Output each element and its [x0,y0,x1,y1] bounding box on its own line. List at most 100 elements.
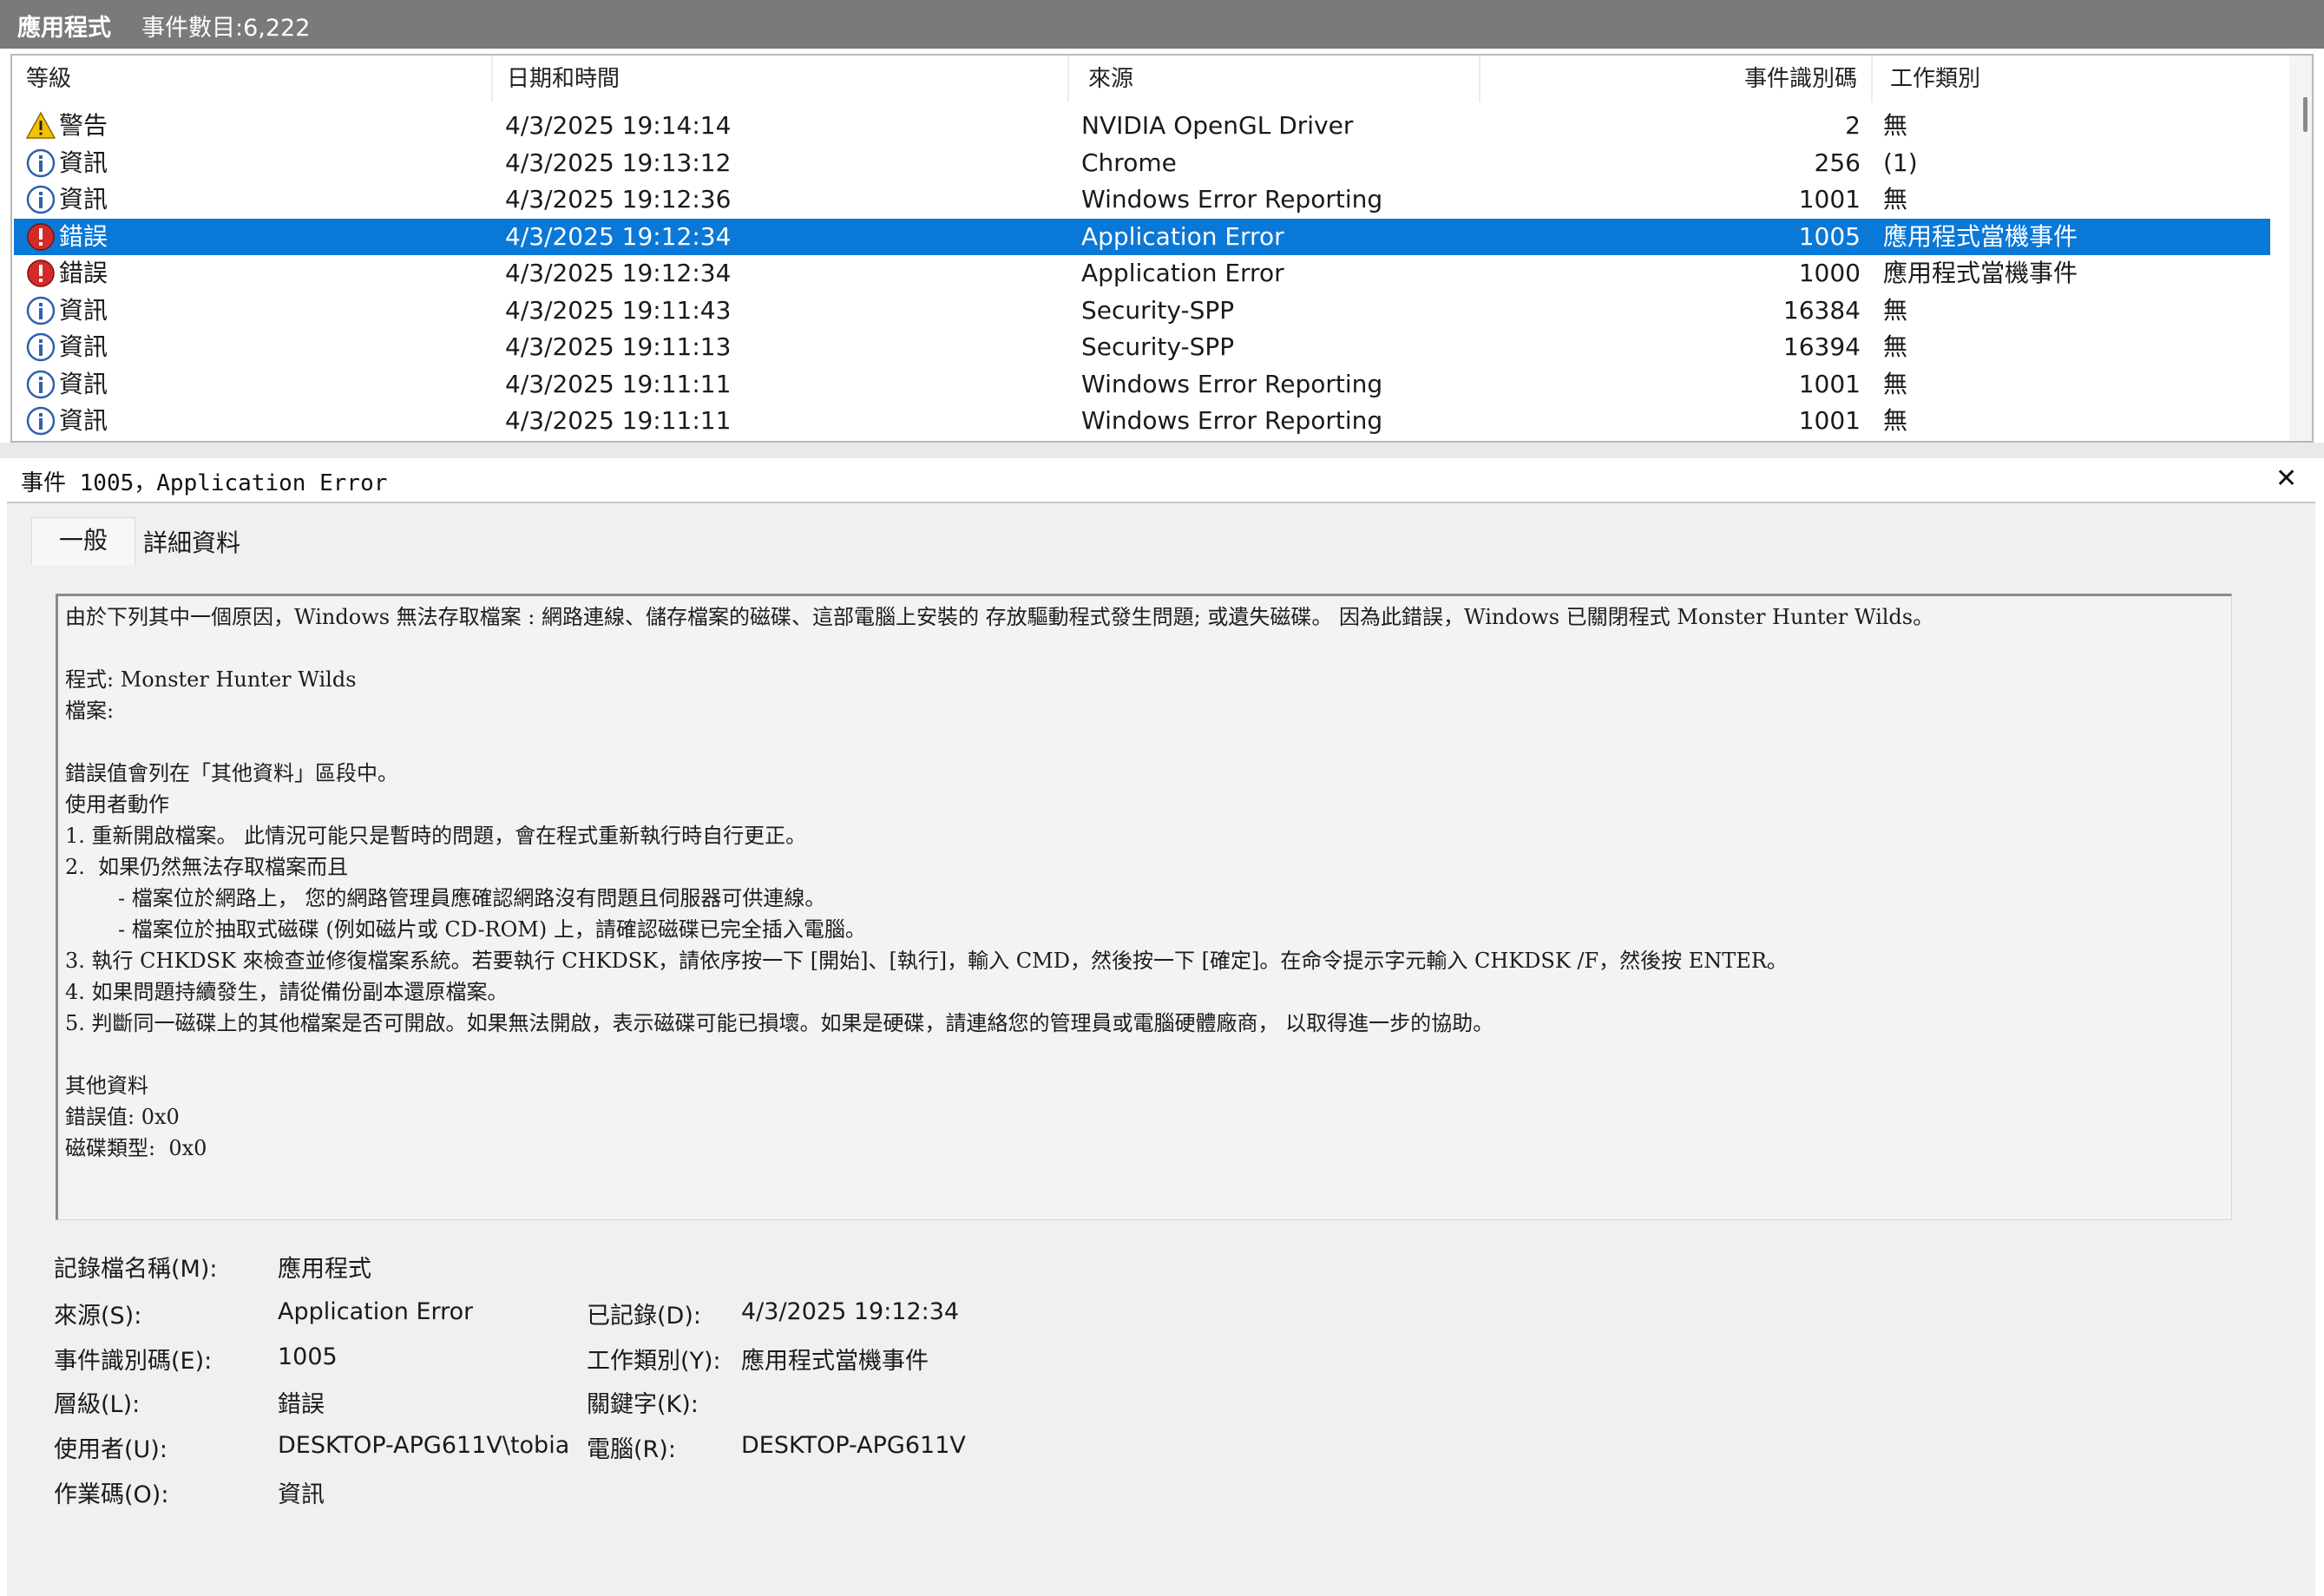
vertical-scrollbar[interactable] [2289,56,2312,441]
computer-label: 電腦(R): [587,1436,676,1463]
table-row[interactable]: 資訊 4/3/2025 19:11:13 Security-SPP 16394 無 [14,329,2270,365]
scrollbar-thumb[interactable] [2303,97,2308,132]
message-line: - 檔案位於網路上， 您的網路管理員應確認網路沒有問題且伺服器可供連線。 [65,886,826,910]
cell-datetime: 4/3/2025 19:12:34 [505,259,732,287]
table-row[interactable]: 資訊 4/3/2025 19:13:12 Chrome 256 (1) [14,145,2270,181]
detail-header: 事件 1005，Application Error ✕ [7,458,2315,503]
cell-source: Windows Error Reporting [1081,406,1383,435]
message-line: 錯誤值會列在「其他資料」區段中。 [65,761,398,785]
message-line: 錯誤值: 0x0 [65,1105,180,1129]
logged-value: 4/3/2025 19:12:34 [741,1298,960,1325]
cell-datetime: 4/3/2025 19:11:43 [505,295,732,325]
user-label: 使用者(U): [54,1436,167,1463]
column-header-task[interactable]: 工作類別 [1873,56,2288,102]
cell-level: 資訊 [59,332,108,361]
message-line: 由於下列其中一個原因，Windows 無法存取檔案 : 網路連線、儲存檔案的磁碟… [65,605,1934,629]
event-id-label: 事件識別碼(E): [54,1348,213,1375]
message-line: 程式: Monster Hunter Wilds [65,667,357,692]
cell-source: Chrome [1081,148,1177,177]
warning-icon [25,111,56,141]
message-line: 3. 執行 CHKDSK 來檢查並修復檔案系統。若要執行 CHKDSK，請依序按… [65,949,1788,973]
table-row[interactable]: 資訊 4/3/2025 19:11:11 Windows Error Reporti… [14,403,2270,439]
cell-level: 錯誤 [59,259,108,287]
cell-level: 資訊 [59,406,108,435]
user-value: DESKTOP-APG611V\tobias114 [278,1432,569,1459]
cell-source: Application Error [1081,221,1284,251]
opcode-value: 資訊 [278,1481,325,1508]
table-row[interactable]: 錯誤 4/3/2025 19:12:34 Application Error 1000… [14,255,2270,292]
column-header-event-id[interactable]: 事件識別碼 [1480,56,1873,102]
task-value: 應用程式當機事件 [741,1348,929,1375]
cell-datetime: 4/3/2025 19:11:13 [505,332,732,361]
cell-level: 警告 [59,111,108,140]
table-row-selected[interactable]: 錯誤 4/3/2025 19:12:34 Application Error 1005… [14,218,2270,255]
event-count: 事件數目:6,222 [141,15,311,42]
message-line: 4. 如果問題持續發生，請從備份副本還原檔案。 [65,980,509,1004]
table-row[interactable]: 資訊 4/3/2025 19:11:43 Security-SPP 16384 無 [14,292,2270,329]
cell-datetime: 4/3/2025 19:11:11 [505,369,732,398]
cell-level: 錯誤 [59,221,108,251]
cell-task: 無 [1883,185,1908,213]
message-line: 其他資料 [65,1074,148,1098]
source-value: Application Error [278,1298,474,1325]
info-icon [26,332,56,362]
message-line: - 檔案位於抽取式磁碟 (例如磁片或 CD-ROM) 上，請確認磁碟已完全插入電… [65,917,866,942]
logged-label: 已記錄(D): [587,1303,701,1330]
log-name-value: 應用程式 [278,1256,371,1283]
cell-source: Windows Error Reporting [1081,185,1383,213]
info-icon [26,370,56,399]
message-line: 2. 如果仍然無法存取檔案而且 [65,855,349,879]
cell-source: Application Error [1081,259,1284,287]
cell-event-id: 1001 [1798,406,1861,435]
message-line: 1. 重新開啟檔案。 此情況可能只是暫時的問題，會在程式重新執行時自行更正。 [65,824,807,848]
cell-datetime: 4/3/2025 19:11:11 [505,406,732,435]
cell-task: 無 [1883,406,1908,435]
column-header-datetime[interactable]: 日期和時間 [493,56,1069,102]
cell-datetime: 4/3/2025 19:13:12 [505,148,732,177]
event-id-value: 1005 [278,1343,338,1370]
task-label: 工作類別(Y): [587,1348,721,1375]
event-message-text: 由於下列其中一個原因，Windows 無法存取檔案 : 網路連線、儲存檔案的磁碟… [65,601,1933,1164]
source-label: 來源(S): [54,1303,142,1330]
column-header-source[interactable]: 來源 [1069,56,1480,102]
level-label: 層級(L): [54,1391,141,1418]
cell-datetime: 4/3/2025 19:12:36 [505,185,732,213]
message-line [65,726,1933,758]
log-title-bar: 應用程式 事件數目:6,222 [0,0,2324,49]
column-header-level[interactable]: 等級 [12,56,493,102]
cell-datetime: 4/3/2025 19:14:14 [505,111,732,140]
cell-event-id: 2 [1845,111,1861,140]
cell-task: 應用程式當機事件 [1883,221,2078,251]
cell-level: 資訊 [59,369,108,398]
opcode-label: 作業碼(O): [54,1481,169,1508]
message-line: 5. 判斷同一磁碟上的其他檔案是否可開啟。如果無法開啟，表示磁碟可能已損壞。如果… [65,1011,1494,1035]
detail-title: 事件 1005，Application Error [21,470,388,496]
event-list[interactable]: 等級 日期和時間 來源 事件識別碼 工作類別 警告 4/3/2025 19:14:… [10,54,2314,443]
tab-general[interactable]: 一般 [31,517,135,565]
cell-task: 無 [1883,111,1908,140]
cell-event-id: 1000 [1798,259,1861,287]
message-line: 檔案: [65,699,115,723]
info-icon [26,148,56,178]
log-name-label: 記錄檔名稱(M): [54,1256,218,1283]
computer-value: DESKTOP-APG611V [741,1432,966,1459]
tab-details[interactable]: 詳細資料 [135,522,248,564]
error-icon [26,259,56,288]
cell-source: Security-SPP [1081,332,1235,361]
cell-source: NVIDIA OpenGL Driver [1081,111,1354,140]
cell-level: 資訊 [59,148,108,177]
log-name: 應用程式 [17,15,111,42]
cell-level: 資訊 [59,185,108,213]
cell-level: 資訊 [59,295,108,325]
table-row[interactable]: 資訊 4/3/2025 19:12:36 Windows Error Reporti… [14,181,2270,218]
pane-splitter[interactable] [0,443,2324,458]
cell-datetime: 4/3/2025 19:12:34 [505,221,732,251]
info-icon [26,185,56,214]
event-message-box[interactable]: 由於下列其中一個原因，Windows 無法存取檔案 : 網路連線、儲存檔案的磁碟… [56,594,2232,1220]
close-icon[interactable]: ✕ [2275,463,2297,494]
table-row[interactable]: 警告 4/3/2025 19:14:14 NVIDIA OpenGL Driver 2… [14,108,2270,144]
info-icon [26,296,56,325]
cell-event-id: 16384 [1782,295,1861,325]
keywords-label: 關鍵字(K): [587,1391,699,1418]
table-row[interactable]: 資訊 4/3/2025 19:11:11 Windows Error Reporti… [14,366,2270,403]
